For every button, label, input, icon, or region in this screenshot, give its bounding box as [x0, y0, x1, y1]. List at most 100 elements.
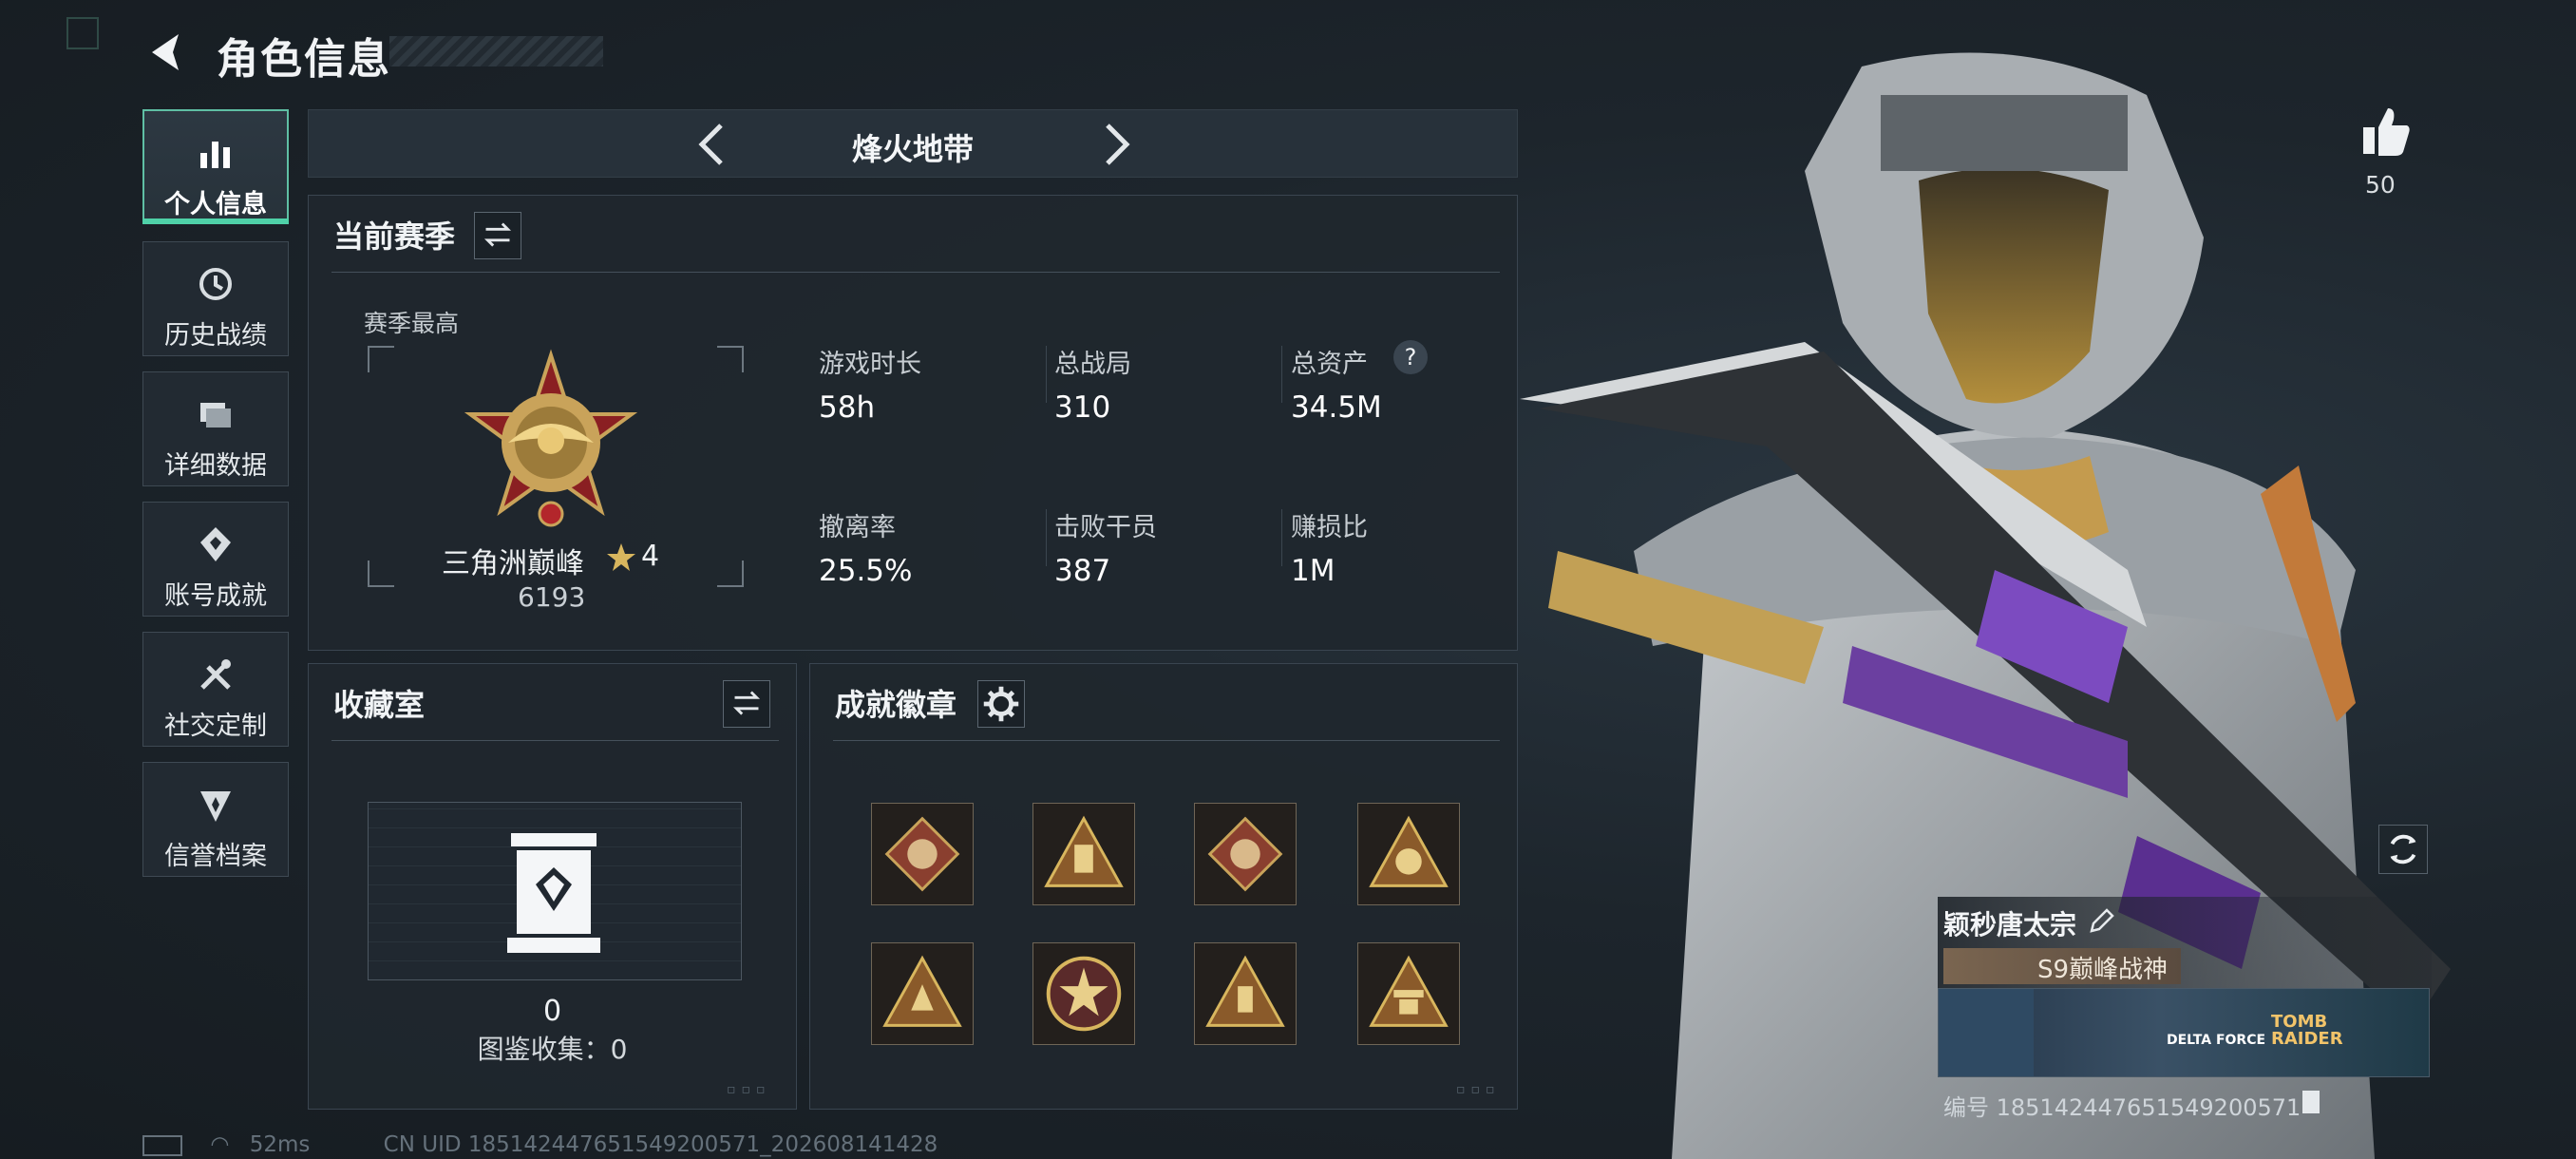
triangle-badge-icon [1205, 955, 1285, 1027]
banner-logo-text: DELTA FORCE [2167, 1033, 2266, 1048]
stat-label: 游戏时长 [819, 350, 921, 379]
stat-value: 58h [819, 390, 876, 425]
badge-icon [200, 527, 231, 561]
shield-icon [200, 791, 231, 822]
collection-title: 收藏室 [333, 687, 426, 723]
badges-title: 成就徽章 [835, 687, 957, 723]
battery-icon [142, 1134, 182, 1156]
badges-panel[interactable]: 成就徽章 ▫▫▫ [809, 663, 1518, 1110]
rotate-button[interactable] [2378, 825, 2428, 874]
back-arrow-icon[interactable] [142, 28, 190, 76]
badges-settings-button[interactable] [977, 680, 1025, 728]
sidebar-item-label: 账号成就 [164, 581, 267, 611]
mode-title: 烽火地带 [851, 131, 974, 167]
achievement-badge[interactable] [1032, 942, 1135, 1045]
rank-score: 6193 [518, 581, 586, 613]
corner-decoration [66, 17, 99, 49]
swap-icon [732, 691, 761, 715]
like-count: 50 [2365, 171, 2396, 199]
frame-corner [717, 346, 744, 372]
stat-value: 387 [1054, 554, 1111, 588]
banner-logo-text: TOMB RAIDER [2271, 1012, 2343, 1049]
history-icon [199, 268, 232, 300]
triangle-badge-icon [1369, 955, 1449, 1027]
frame-corner [368, 560, 394, 587]
thumbs-up-icon[interactable] [2358, 103, 2415, 160]
chevron-right-icon[interactable] [1092, 118, 1140, 171]
sidebar-item-label: 历史战绩 [164, 321, 267, 351]
ping-value: 52ms [249, 1132, 311, 1157]
swap-collection-button[interactable] [723, 680, 770, 728]
sidebar-item-history[interactable]: 历史战绩 [142, 241, 289, 356]
round-medal-icon [1046, 956, 1122, 1032]
achievement-badge[interactable] [1357, 942, 1460, 1045]
dragon-badge-icon [1207, 816, 1283, 892]
player-id: 编号 185142447651549200571 [1943, 1094, 2301, 1121]
sidebar-item-achievements[interactable]: 账号成就 [142, 502, 289, 617]
achievement-badge[interactable] [1194, 942, 1297, 1045]
refresh-icon [2390, 834, 2416, 864]
stat-value: 25.5% [819, 554, 913, 588]
collection-cabinet-icon [507, 833, 600, 953]
rank-stars: 4 [641, 540, 660, 573]
stat-label: 总资产 [1291, 350, 1368, 379]
stat-value: 310 [1054, 390, 1111, 425]
triangle-badge-icon [882, 955, 962, 1027]
sidebar-item-reputation[interactable]: 信誉档案 [142, 762, 289, 877]
collection-caption: 图鉴收集：0 [477, 1034, 628, 1065]
collection-display [368, 802, 742, 980]
dragon-badge-icon [884, 816, 960, 892]
stat-value: 34.5M [1291, 390, 1382, 425]
uid-line: CN UID 185142447651549200571_20260814142… [383, 1132, 938, 1157]
game-screen: 角色信息 个人信息 历史战绩 详细数据 账号成就 社交定制 信誉档案 烽火地带 … [0, 0, 2576, 1159]
star-icon [607, 543, 635, 571]
triangle-badge-icon [1369, 815, 1449, 887]
season-peak-label: 赛季最高 [364, 310, 460, 337]
season-title: 当前赛季 [333, 218, 456, 255]
swap-season-button[interactable] [474, 212, 521, 259]
mode-selector: 烽火地带 [308, 109, 1518, 178]
corner-decoration: ▫▫▫ [727, 1082, 771, 1097]
rank-title: S9巅峰战神 [2037, 956, 2169, 984]
wifi-icon: ◠ [210, 1132, 230, 1157]
folder-icon [200, 403, 231, 428]
sidebar-item-label: 详细数据 [164, 451, 267, 481]
stat-value: 1M [1291, 554, 1335, 588]
sidebar-item-personal-info[interactable]: 个人信息 [142, 109, 289, 224]
sidebar-item-label: 个人信息 [164, 190, 267, 219]
bar-chart-icon [200, 142, 230, 168]
frame-corner [717, 560, 744, 587]
status-bar: ◠ 52ms CN UID 185142447651549200571_2026… [142, 1132, 938, 1157]
event-banner[interactable]: DELTA FORCE TOMB RAIDER [1938, 988, 2430, 1077]
sidebar-item-social[interactable]: 社交定制 [142, 632, 289, 747]
copy-icon[interactable] [2302, 1091, 2320, 1113]
stat-label: 撤离率 [819, 513, 896, 542]
stat-label: 击败干员 [1054, 513, 1157, 542]
title-decoration [389, 36, 603, 66]
collection-panel[interactable]: 收藏室 0 图鉴收集：0 ▫▫▫ [308, 663, 797, 1110]
page-title: 角色信息 [217, 35, 391, 84]
achievement-badge[interactable] [871, 942, 974, 1045]
stat-label: 赚损比 [1291, 513, 1368, 542]
stat-label: 总战局 [1054, 350, 1131, 379]
season-panel: 当前赛季 赛季最高 三角洲巅峰 4 6193 游戏时长 58h 总战局 310 … [308, 195, 1518, 651]
banner-soldier-image [1939, 989, 2034, 1076]
rank-name: 三角洲巅峰 [442, 547, 584, 580]
achievement-badge[interactable] [871, 803, 974, 905]
corner-decoration: ▫▫▫ [1456, 1082, 1501, 1097]
rank-emblem-icon [464, 349, 638, 527]
frame-corner [368, 346, 394, 372]
collection-count: 0 [542, 995, 562, 1028]
sidebar-item-detailed-data[interactable]: 详细数据 [142, 371, 289, 486]
achievement-badge[interactable] [1032, 803, 1135, 905]
swap-icon [483, 222, 512, 247]
sidebar-item-label: 信誉档案 [164, 842, 267, 871]
tools-icon [200, 659, 231, 690]
sidebar-item-label: 社交定制 [164, 712, 267, 741]
gear-icon [983, 686, 1019, 722]
edit-icon[interactable] [2086, 906, 2116, 937]
help-icon[interactable]: ? [1393, 340, 1428, 374]
player-name: 颖秒唐太宗 [1943, 909, 2077, 940]
achievement-badge[interactable] [1357, 803, 1460, 905]
achievement-badge[interactable] [1194, 803, 1297, 905]
